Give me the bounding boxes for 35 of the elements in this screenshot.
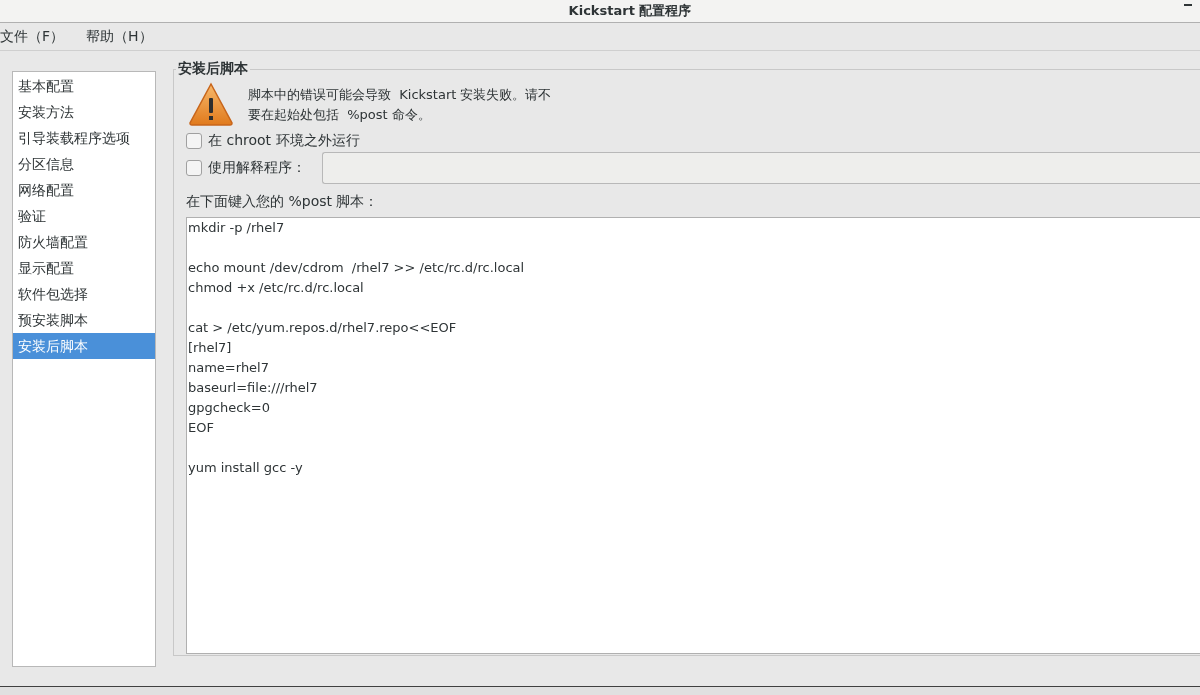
checkbox[interactable] [186, 160, 202, 176]
checkbox[interactable] [186, 133, 202, 149]
script-line: EOF [188, 419, 214, 437]
checkbox-label: 在 chroot 环境之外运行 [208, 132, 360, 150]
sidebar-item[interactable]: 引导装载程序选项 [13, 125, 155, 151]
menu-item[interactable]: 帮助（H） [86, 27, 153, 46]
section-title: 安装后脚本 [177, 60, 249, 78]
script-line: mkdir -p /rhel7 [188, 219, 285, 237]
script-line: gpgcheck=0 [188, 399, 270, 417]
script-line: yum install gcc -y [188, 459, 303, 477]
warning-text: 脚本中的错误可能会导致 Kickstart 安装失败。请不 [248, 86, 552, 104]
sidebar-item[interactable]: 验证 [13, 203, 155, 229]
script-line: cat > /etc/yum.repos.d/rhel7.repo<<EOF [188, 319, 457, 337]
script-line: [rhel7] [188, 339, 232, 357]
script-editor[interactable] [186, 217, 1200, 654]
script-line: name=rhel7 [188, 359, 269, 377]
interpreter-field[interactable] [322, 152, 1200, 184]
menu-item[interactable]: 文件（F） [0, 27, 65, 46]
sidebar-item[interactable]: 基本配置 [13, 73, 155, 99]
sidebar-item[interactable]: 分区信息 [13, 151, 155, 177]
minimize-icon[interactable] [1184, 4, 1192, 6]
checkbox-label: 使用解释程序： [208, 159, 306, 177]
sidebar-item[interactable]: 预安装脚本 [13, 307, 155, 333]
sidebar-item[interactable]: 软件包选择 [13, 281, 155, 307]
sidebar-item[interactable]: 网络配置 [13, 177, 155, 203]
sidebar-item[interactable]: 显示配置 [13, 255, 155, 281]
script-line: echo mount /dev/cdrom /rhel7 >> /etc/rc.d/rc.local [188, 259, 525, 277]
warning-icon [188, 82, 234, 126]
sidebar-item[interactable]: 安装方法 [13, 99, 155, 125]
script-line: baseurl=file:///rhel7 [188, 379, 318, 397]
warning-text: 要在起始处包括 %post 命令。 [248, 106, 431, 124]
script-label: 在下面键入您的 %post 脚本： [186, 193, 380, 211]
sidebar-item[interactable]: 防火墙配置 [13, 229, 155, 255]
window-title: Kickstart 配置程序 [568, 3, 692, 18]
script-line: chmod +x /etc/rc.d/rc.local [188, 279, 364, 297]
